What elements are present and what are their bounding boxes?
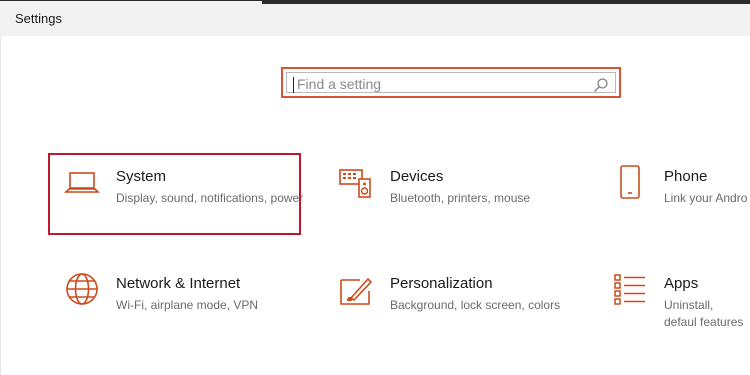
paintbrush-icon [340,277,373,305]
tile-name: Devices [390,168,444,185]
title-bar: Settings [0,0,750,36]
keyboard-speaker-icon [339,169,371,198]
tile-phone[interactable]: Phone Link your Andro [598,156,750,232]
tile-name: Phone [664,168,708,185]
search-icon[interactable] [593,77,609,93]
search-box[interactable] [286,72,616,94]
tile-name: Network & Internet [116,275,241,292]
tile-apps[interactable]: Apps Uninstall, defaul features [598,263,750,339]
window-title: Settings [15,11,62,26]
globe-icon [66,273,98,305]
tile-description: Uninstall, defaul features [664,298,744,329]
tile-description: Wi-Fi, airplane mode, VPN [116,298,259,312]
tile-personalization[interactable]: Personalization Background, lock screen,… [324,263,574,339]
tile-name: Personalization [390,275,493,292]
tile-devices[interactable]: Devices Bluetooth, printers, mouse [324,156,574,232]
tile-name: Apps [664,275,699,292]
text-caret [293,77,294,93]
apps-list-icon [614,274,645,305]
tile-network-internet[interactable]: Network & Internet Wi-Fi, airplane mode,… [50,263,300,339]
system-highlight [48,153,301,235]
search-highlight [281,67,621,98]
search-input[interactable] [297,74,567,94]
tile-description: Bluetooth, printers, mouse [390,191,531,205]
window-edge [262,1,750,4]
phone-icon [620,165,640,199]
tile-description: Link your Andro [664,191,748,205]
tile-description: Background, lock screen, colors [390,298,561,312]
